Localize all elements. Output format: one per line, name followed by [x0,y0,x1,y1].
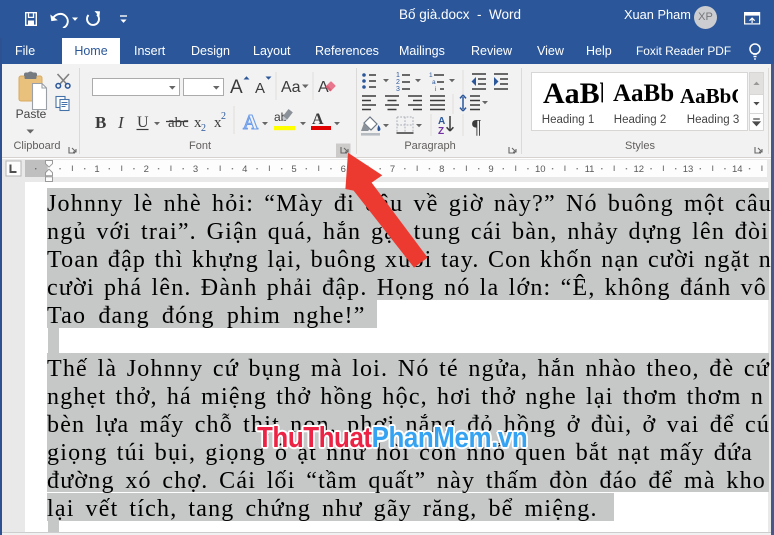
svg-text:I: I [117,113,125,132]
svg-text:A: A [255,80,265,97]
svg-text:9: 9 [488,164,493,175]
svg-text:2: 2 [396,79,400,86]
svg-text:U: U [137,114,149,131]
svg-text:2: 2 [221,111,226,122]
svg-text:2: 2 [201,123,206,134]
svg-text:i: i [435,86,436,93]
svg-text:Paste: Paste [16,107,47,121]
svg-text:Z: Z [438,126,444,137]
svg-text:2: 2 [144,164,149,175]
svg-text:10: 10 [535,164,546,175]
svg-text:A: A [230,77,243,98]
svg-text:5: 5 [291,164,296,175]
svg-text:a: a [432,79,436,86]
svg-text:Aa: Aa [281,79,301,96]
svg-text:4: 4 [242,164,247,175]
svg-text:13: 13 [683,164,694,175]
svg-text:12: 12 [633,164,644,175]
svg-text:abc: abc [168,115,189,131]
svg-text:1: 1 [396,72,400,79]
svg-text:3: 3 [396,86,400,93]
svg-text:3: 3 [193,164,198,175]
svg-text:A: A [312,111,324,128]
svg-text:1: 1 [429,72,433,79]
svg-text:1: 1 [94,164,99,175]
svg-text:¶: ¶ [472,116,481,138]
svg-text:14: 14 [732,164,743,175]
svg-text:A: A [243,110,259,134]
svg-text:B: B [95,113,106,132]
svg-text:11: 11 [585,164,595,175]
